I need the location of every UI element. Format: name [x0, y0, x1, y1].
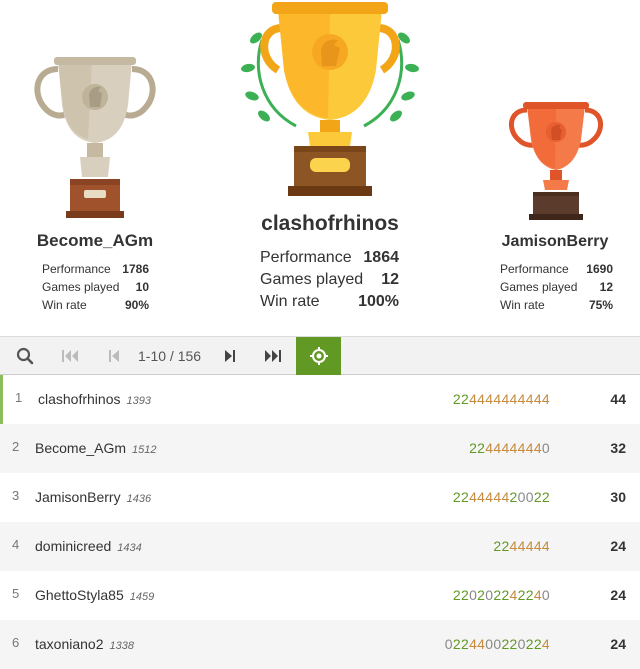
rank: 5: [12, 586, 20, 601]
stat-value: 10: [135, 280, 149, 294]
stat-label: Performance: [260, 249, 352, 266]
player-rating: 1393: [126, 395, 151, 407]
total-score: 44: [610, 391, 626, 407]
stat-row: Win rate 100%: [260, 291, 399, 313]
stat-row: Performance 1690: [500, 260, 613, 278]
stat-row: Win rate 90%: [42, 296, 149, 314]
rank: 3: [12, 488, 20, 503]
player-rating: 1459: [129, 591, 155, 603]
total-score: 32: [610, 440, 626, 456]
stat-label: Performance: [500, 262, 569, 276]
player-username[interactable]: taxoniano2: [35, 636, 104, 652]
score-sheet: 224444444444: [452, 391, 550, 407]
first-place-name[interactable]: clashofrhinos: [230, 212, 430, 236]
first-place-stats: Performance 1864 Games played 12 Win rate 1…: [260, 247, 399, 313]
table-row[interactable]: 5 GhettoStyla85 1459 220202242240 24: [0, 571, 640, 620]
prev-page-button[interactable]: [98, 337, 130, 375]
player-username[interactable]: GhettoStyla85: [35, 587, 124, 603]
stat-label: Games played: [42, 280, 120, 294]
score-sheet: 224444420022: [452, 489, 550, 505]
next-page-button[interactable]: [214, 337, 246, 375]
table-row[interactable]: 1 clashofrhinos 1393 224444444444 44: [0, 375, 640, 424]
last-page-button[interactable]: [256, 337, 292, 375]
stat-value: 1786: [122, 262, 149, 276]
score-sheet: 2244444: [493, 538, 550, 554]
stat-label: Win rate: [260, 293, 320, 310]
search-button[interactable]: [8, 337, 42, 375]
first-page-button[interactable]: [52, 337, 88, 375]
stat-value: 1690: [586, 262, 613, 276]
pager-toolbar: 1-10 / 156: [0, 336, 640, 375]
stat-label: Win rate: [42, 298, 87, 312]
search-icon: [16, 347, 34, 365]
second-place-stats: Performance 1786 Games played 10 Win rate 9…: [42, 260, 149, 314]
rank: 1: [15, 390, 23, 405]
stat-row: Games played 12: [500, 278, 613, 296]
total-score: 30: [610, 489, 626, 505]
second-place-name[interactable]: Become_AGm: [0, 231, 190, 251]
first-page-icon: [61, 349, 79, 363]
stat-value: 12: [599, 280, 613, 294]
crosshair-icon: [309, 347, 328, 365]
third-place-stats: Performance 1690 Games played 12 Win rate 7…: [500, 260, 613, 314]
table-row[interactable]: 6 taxoniano2 1338 0224400220224 24: [0, 620, 640, 669]
score-sheet: 0224400220224: [444, 636, 550, 652]
silver-trophy-icon: [28, 55, 162, 220]
player-name[interactable]: clashofrhinos 1393: [38, 391, 151, 407]
player-username[interactable]: dominicreed: [35, 538, 111, 554]
total-score: 24: [610, 587, 626, 603]
player-username[interactable]: Become_AGm: [35, 440, 126, 456]
stat-label: Games played: [260, 271, 364, 288]
player-username[interactable]: JamisonBerry: [35, 489, 121, 505]
score-sheet: 220202242240: [452, 587, 550, 603]
player-rating: 1434: [117, 542, 142, 554]
total-score: 24: [610, 636, 626, 652]
stat-row: Performance 1864: [260, 247, 399, 269]
stat-value: 100%: [358, 293, 399, 310]
player-name[interactable]: taxoniano2 1338: [35, 636, 134, 652]
score-sheet: 2244444440: [469, 440, 550, 456]
stat-row: Games played 12: [260, 269, 399, 291]
jump-to-me-button[interactable]: [296, 337, 341, 375]
player-name[interactable]: JamisonBerry 1436: [35, 489, 151, 505]
table-row[interactable]: 3 JamisonBerry 1436 224444420022 30: [0, 473, 640, 522]
last-page-icon: [264, 349, 284, 363]
player-rating: 1512: [132, 444, 157, 456]
stat-value: 12: [381, 271, 399, 288]
table-row[interactable]: 2 Become_AGm 1512 2244444440 32: [0, 424, 640, 473]
rank: 2: [12, 439, 20, 454]
next-page-icon: [224, 349, 236, 363]
bronze-trophy-icon: [505, 100, 607, 222]
player-name[interactable]: GhettoStyla85 1459: [35, 587, 154, 603]
third-place-name[interactable]: JamisonBerry: [480, 233, 630, 251]
gold-trophy-icon: [238, 0, 422, 200]
podium: Become_AGm Performance 1786 Games played 1…: [0, 0, 640, 336]
page-info: 1-10 / 156: [138, 348, 202, 364]
total-score: 24: [610, 538, 626, 554]
rank: 6: [12, 635, 20, 650]
stat-row: Games played 10: [42, 278, 149, 296]
table-row[interactable]: 4 dominicreed 1434 2244444 24: [0, 522, 640, 571]
stat-label: Games played: [500, 280, 578, 294]
stat-value: 75%: [588, 298, 613, 312]
player-rating: 1338: [109, 640, 134, 652]
stat-label: Performance: [42, 262, 111, 276]
player-name[interactable]: Become_AGm 1512: [35, 440, 157, 456]
player-name[interactable]: dominicreed 1434: [35, 538, 142, 554]
rank: 4: [12, 537, 20, 552]
player-rating: 1436: [126, 493, 152, 505]
prev-page-icon: [108, 349, 120, 363]
standings-table: 1 clashofrhinos 1393 224444444444 44 2 Become_…: [0, 375, 640, 669]
stat-label: Win rate: [500, 298, 545, 312]
stat-row: Performance 1786: [42, 260, 149, 278]
player-username[interactable]: clashofrhinos: [38, 391, 121, 407]
stat-value: 1864: [363, 249, 399, 266]
stat-row: Win rate 75%: [500, 296, 613, 314]
stat-value: 90%: [124, 298, 149, 312]
